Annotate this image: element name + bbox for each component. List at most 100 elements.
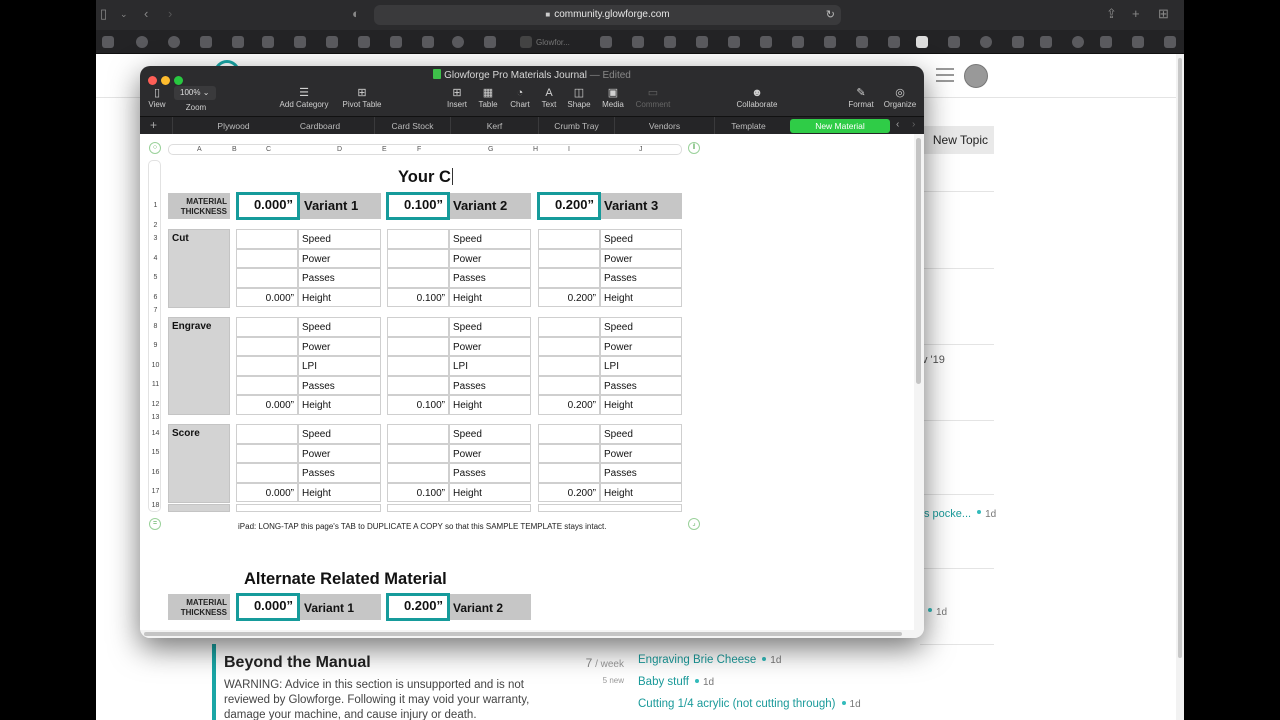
thickness-value-cell[interactable]: 0.000” — [236, 593, 300, 621]
param-cell[interactable]: LPI — [600, 356, 682, 376]
address-bar[interactable]: ■ community.glowforge.com ↻ — [374, 5, 841, 25]
param-cell[interactable]: Speed — [298, 317, 381, 337]
variant-name[interactable]: Variant 1 — [304, 193, 358, 219]
chevron-down-icon[interactable]: ⌄ — [120, 7, 128, 21]
variant-name[interactable]: Variant 3 — [604, 193, 658, 219]
param-cell[interactable]: Height — [298, 482, 381, 502]
param-cell[interactable]: Passes — [449, 463, 531, 483]
tab-favicon[interactable] — [168, 36, 180, 48]
param-cell[interactable]: Speed — [600, 424, 682, 444]
param-cell[interactable]: Power — [600, 248, 682, 268]
column-header[interactable]: B — [232, 146, 237, 153]
table-cell[interactable] — [236, 356, 298, 376]
param-cell[interactable]: Speed — [600, 229, 682, 249]
chart-button[interactable]: ◔ Chart — [508, 87, 532, 109]
row-header[interactable]: 18 — [149, 502, 162, 509]
table-cell[interactable] — [236, 268, 298, 288]
sheet-tab[interactable]: Kerf — [450, 117, 538, 135]
user-avatar[interactable] — [964, 64, 988, 88]
document-title[interactable]: Glowforge Pro Materials Journal — [444, 70, 587, 81]
row-header[interactable]: 3 — [149, 235, 162, 242]
topic-row-fragment[interactable]: s pocke... 1d — [924, 504, 996, 522]
zoom-select[interactable]: 100% ⌄ — [174, 86, 216, 100]
param-cell[interactable]: Height — [600, 482, 682, 502]
shield-icon[interactable]: ◐ — [352, 7, 360, 21]
view-button[interactable]: ▯ View — [146, 87, 168, 109]
section-label-cut[interactable]: Cut — [168, 229, 230, 308]
alternate-section-title[interactable]: Alternate Related Material — [244, 570, 447, 589]
param-cell[interactable]: Speed — [449, 317, 531, 337]
row-header[interactable]: 16 — [149, 469, 162, 476]
table-cell[interactable] — [538, 443, 600, 463]
table-cell[interactable] — [387, 268, 449, 288]
tab-favicon[interactable] — [262, 36, 274, 48]
tab-favicon[interactable] — [102, 36, 114, 48]
table-cell[interactable] — [236, 504, 381, 512]
row-header[interactable]: 14 — [149, 430, 162, 437]
column-header[interactable]: C — [266, 146, 271, 153]
topic-link-fragment[interactable]: s pocke... — [924, 508, 971, 520]
param-cell[interactable]: Passes — [449, 375, 531, 395]
variant-name[interactable]: Variant 1 — [304, 595, 354, 621]
table-cell[interactable] — [387, 229, 449, 249]
param-cell[interactable]: Speed — [449, 229, 531, 249]
tab-favicon[interactable] — [1164, 36, 1176, 48]
table-handle-icon[interactable]: ○ — [149, 142, 161, 154]
table-cell[interactable] — [387, 424, 449, 444]
table-cell[interactable] — [236, 248, 298, 268]
table-cell[interactable] — [538, 463, 600, 483]
param-cell[interactable]: Passes — [600, 375, 682, 395]
table-cell[interactable] — [387, 336, 449, 356]
param-cell[interactable]: Power — [600, 336, 682, 356]
sheet-tab-active[interactable]: New Material — [790, 119, 890, 133]
tab-favicon[interactable] — [696, 36, 708, 48]
param-cell[interactable]: Speed — [298, 229, 381, 249]
category-beyond-the-manual[interactable]: Beyond the Manual WARNING: Advice in thi… — [212, 644, 552, 720]
sheet-tab[interactable]: Crumb Tray — [538, 117, 614, 135]
section-label-score[interactable]: Score — [168, 424, 230, 503]
table-cell[interactable] — [387, 463, 449, 483]
param-cell[interactable]: Power — [298, 443, 381, 463]
table-cell[interactable] — [168, 504, 230, 512]
tab-overview-icon[interactable]: ⊞ — [1158, 7, 1169, 21]
new-topic-button[interactable]: New Topic — [916, 126, 994, 154]
topic-link[interactable]: Engraving Brie Cheese 1d — [638, 654, 781, 666]
tab-favicon[interactable] — [390, 36, 402, 48]
scrollbar-thumb[interactable] — [144, 632, 902, 636]
height-value-cell[interactable]: 0.100” — [387, 482, 449, 502]
active-tab-favicon[interactable] — [520, 36, 532, 48]
reload-icon[interactable]: ↻ — [826, 5, 835, 25]
pivot-table-button[interactable]: ⊞ Pivot Table — [340, 87, 384, 109]
param-cell[interactable]: Height — [449, 395, 531, 415]
table-cell[interactable] — [538, 229, 600, 249]
tab-favicon[interactable] — [484, 36, 496, 48]
resize-table-icon[interactable]: ⌟ — [688, 518, 700, 530]
table-cell[interactable] — [538, 504, 682, 512]
table-cell[interactable] — [538, 317, 600, 337]
sheet-tab[interactable]: Template — [714, 117, 782, 135]
tab-favicon[interactable] — [358, 36, 370, 48]
sheet-tab[interactable]: Cardboard — [256, 117, 384, 135]
topic-title[interactable]: Engraving Brie Cheese — [638, 654, 756, 666]
new-tab-icon[interactable]: + — [1132, 7, 1140, 21]
chevron-left-icon[interactable]: ‹ — [896, 119, 899, 130]
format-button[interactable]: ✎ Format — [846, 87, 876, 109]
param-cell[interactable]: Power — [449, 248, 531, 268]
shape-button[interactable]: ◫ Shape — [566, 87, 592, 109]
tab-favicon[interactable] — [760, 36, 772, 48]
comment-button[interactable]: ▭ Comment — [634, 87, 672, 109]
param-cell[interactable]: Power — [298, 336, 381, 356]
category-title[interactable]: Beyond the Manual — [224, 654, 552, 672]
param-cell[interactable]: Passes — [449, 268, 531, 288]
media-button[interactable]: ▣ Media — [600, 87, 626, 109]
height-value-cell[interactable]: 0.000” — [236, 482, 298, 502]
table-cell[interactable] — [236, 317, 298, 337]
param-cell[interactable]: Passes — [600, 463, 682, 483]
sheet-horizontal-scrollbar[interactable] — [140, 630, 924, 638]
table-cell[interactable] — [538, 248, 600, 268]
height-value-cell[interactable]: 0.200” — [538, 395, 600, 415]
param-cell[interactable]: Passes — [298, 463, 381, 483]
param-cell[interactable]: Speed — [600, 317, 682, 337]
param-cell[interactable]: Passes — [298, 268, 381, 288]
tab-favicon[interactable] — [294, 36, 306, 48]
